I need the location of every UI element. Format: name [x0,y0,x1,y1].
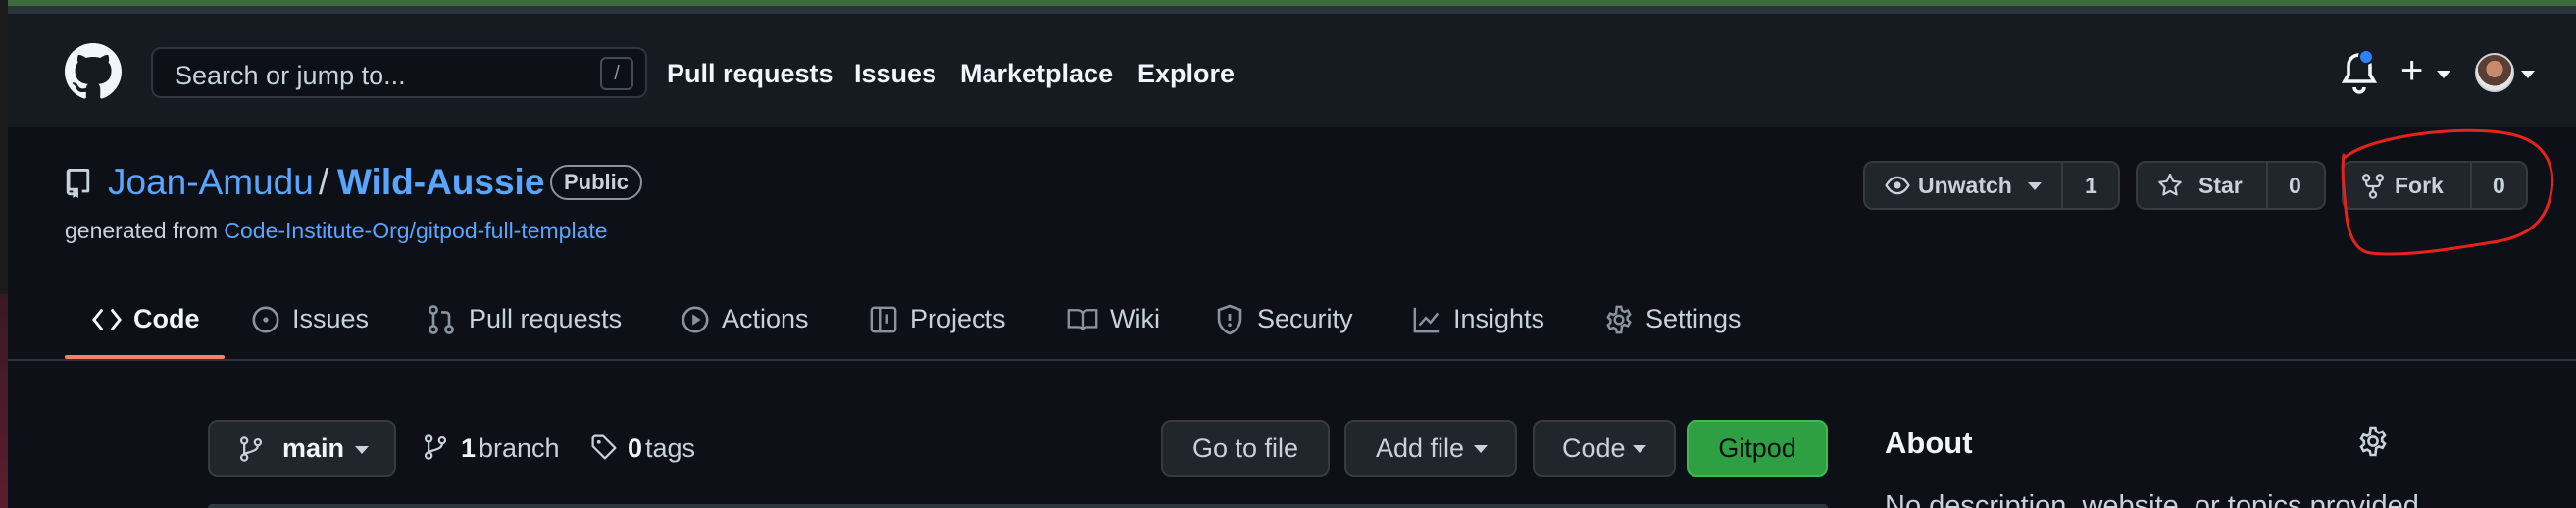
github-logo-icon[interactable] [65,43,122,100]
table-icon [870,306,897,333]
watchers-count[interactable]: 1 [2085,163,2097,208]
about-settings-gear-icon[interactable] [2357,426,2389,457]
branch-count: 1 [461,433,477,463]
nav-marketplace[interactable]: Marketplace [960,59,1113,89]
branch-select-button[interactable]: main [208,420,396,477]
issue-icon [252,306,279,333]
star-button[interactable]: Star [2198,163,2243,208]
stars-count[interactable]: 0 [2289,163,2301,208]
star-icon [2158,173,2182,196]
gitpod-button[interactable]: Gitpod [1687,420,1828,477]
window-left-edge-accent [0,294,8,508]
window-left-edge [0,0,8,508]
repo-owner-link[interactable]: Joan-Amudu [108,162,314,203]
add-file-button[interactable]: Add file [1344,420,1517,477]
template-repo-link[interactable]: Code-Institute-Org/gitpod-full-template [224,218,607,243]
browser-top-strip-dark [0,6,2576,14]
tag-icon [591,434,617,460]
create-new-icon[interactable]: + [2400,51,2423,90]
file-list-top-border [208,504,1828,508]
tab-wiki-label: Wiki [1110,304,1160,333]
shield-icon [1217,304,1242,335]
tab-code-label: Code [133,304,200,333]
search-placeholder: Search or jump to... [175,61,406,90]
code-icon [92,309,122,330]
tabs-divider [8,359,2576,361]
repo-name-link[interactable]: Wild-Aussie [337,162,544,203]
tags-word: tags [645,433,696,463]
branch-count-icon [424,434,447,460]
add-file-label: Add file [1376,433,1465,463]
book-icon [1067,309,1098,330]
about-heading: About [1885,426,1973,460]
tab-security-label: Security [1257,304,1353,333]
notification-indicator [2358,49,2374,65]
user-menu-caret-icon[interactable] [2521,71,2535,78]
unwatch-caret-icon[interactable] [2028,182,2042,190]
branch-icon [239,436,263,462]
unwatch-button[interactable]: Unwatch [1918,163,2012,208]
tag-count: 0 [628,433,643,463]
about-description: No description, website, or topics provi… [1885,490,2427,508]
code-dropdown-button[interactable]: Code [1533,420,1676,477]
tab-actions-label: Actions [722,304,809,333]
global-header: Search or jump to... / Pull requests Iss… [8,14,2576,127]
unwatch-button-group: Unwatch 1 [1863,161,2120,210]
nav-explore[interactable]: Explore [1137,59,1235,89]
user-avatar[interactable] [2475,53,2514,92]
nav-issues[interactable]: Issues [854,59,936,89]
eye-icon [1885,176,1910,195]
tab-issues-label: Issues [292,304,370,333]
star-button-group: Star 0 [2136,161,2326,210]
repo-icon [66,169,90,198]
fork-annotation-circle [2341,128,2554,256]
tab-projects-label: Projects [910,304,1006,333]
nav-pull-requests[interactable]: Pull requests [667,59,833,89]
go-to-file-button[interactable]: Go to file [1161,420,1330,477]
code-caret-icon [1633,445,1646,453]
star-divider [2266,163,2268,208]
search-input[interactable]: Search or jump to... / [151,47,647,98]
branch-word: branch [479,433,560,463]
tab-settings-label: Settings [1645,304,1742,333]
tab-insights-label: Insights [1453,304,1545,333]
current-branch-name: main [282,433,345,463]
repo-path-separator: / [319,162,329,202]
search-shortcut-key: / [600,57,633,90]
add-file-caret-icon [1474,445,1488,453]
gear-icon [1606,305,1632,334]
branch-caret-icon [355,446,369,454]
play-icon [682,306,709,333]
tab-pull-requests-label: Pull requests [469,304,623,333]
graph-icon [1413,307,1440,333]
visibility-badge: Public [550,165,643,200]
pull-request-icon [429,305,454,334]
unwatch-divider [2061,163,2063,208]
generated-from-text: generated from Code-Institute-Org/gitpod… [65,218,608,244]
create-new-caret-icon[interactable] [2437,71,2450,78]
generated-from-prefix: generated from [65,218,218,243]
code-button-label: Code [1562,433,1626,463]
